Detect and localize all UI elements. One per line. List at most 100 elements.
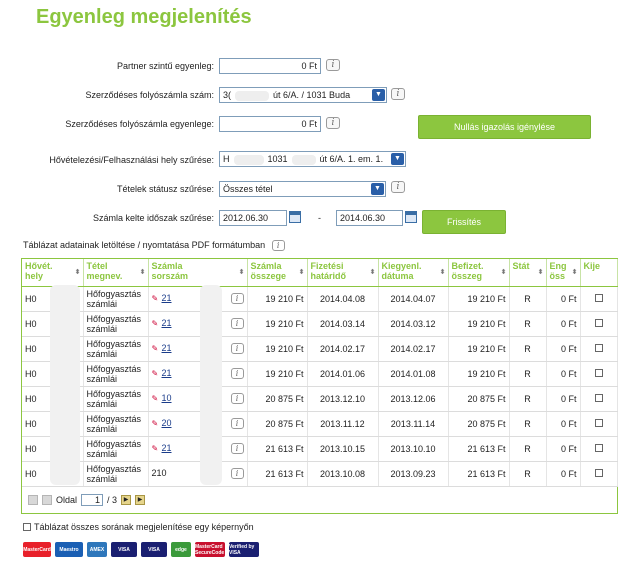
partner-balance-info-icon[interactable]: i xyxy=(326,59,340,71)
chevron-down-icon[interactable]: ▼ xyxy=(391,153,404,165)
col-header-settled-date[interactable]: Kiegyenl. dátuma ⬍ xyxy=(378,259,449,287)
export-pdf-link[interactable]: Táblázat adatainak letöltése / nyomtatás… xyxy=(23,240,285,251)
cell-amount: 19 210 Ft xyxy=(247,361,308,387)
export-info-icon[interactable]: i xyxy=(271,240,285,251)
row-checkbox[interactable] xyxy=(594,343,603,352)
row-checkbox[interactable] xyxy=(594,293,603,302)
row-checkbox[interactable] xyxy=(594,393,603,402)
invoice-info-icon[interactable]: i xyxy=(230,393,244,404)
row-checkbox[interactable] xyxy=(594,368,603,377)
account-value-prefix: 3( xyxy=(223,90,232,100)
sort-icon[interactable]: ⬍ xyxy=(538,268,544,278)
date-to-input[interactable]: 2014.06.30 xyxy=(336,210,403,226)
col-header-place[interactable]: Hővét. hely ⬍ xyxy=(22,259,84,287)
invoice-link[interactable]: 21 xyxy=(162,343,172,353)
invoice-link[interactable]: 10 xyxy=(162,393,172,403)
col-header-select[interactable]: Kije xyxy=(580,259,618,287)
status-select[interactable]: Összes tétel ▼ xyxy=(219,181,386,197)
contract-balance-info-icon[interactable]: i xyxy=(326,117,340,129)
sort-icon[interactable]: ⬍ xyxy=(239,268,245,278)
invoice-link[interactable]: 21 xyxy=(162,318,172,328)
show-all-rows-toggle[interactable]: Táblázat összes sorának megjelenítése eg… xyxy=(23,522,254,532)
pdf-icon[interactable]: ✎ xyxy=(152,319,161,329)
item-name-line1: Hőfogyasztás xyxy=(86,363,142,374)
row-checkbox[interactable] xyxy=(594,418,603,427)
invoice-info-icon[interactable]: i xyxy=(230,368,244,379)
sort-icon[interactable]: ⬍ xyxy=(572,268,578,278)
row-checkbox[interactable] xyxy=(594,443,603,452)
first-page-button[interactable] xyxy=(28,495,38,505)
place-text: H0 xyxy=(25,368,37,379)
status-info-icon[interactable]: i xyxy=(391,181,405,193)
calendar-icon[interactable] xyxy=(405,211,417,223)
cell-select xyxy=(580,336,618,362)
prev-page-button[interactable] xyxy=(42,495,52,505)
cell-select xyxy=(580,436,618,462)
row-checkbox[interactable] xyxy=(594,468,603,477)
sort-icon[interactable]: ⬍ xyxy=(370,268,376,278)
show-all-checkbox[interactable] xyxy=(23,523,31,531)
account-info-icon[interactable]: i xyxy=(391,88,405,100)
col-header-paid-amount[interactable]: Befizet. összeg ⬍ xyxy=(448,259,510,287)
cell-amount: 20 875 Ft xyxy=(247,411,308,437)
table-row: H0 Hőfogyasztás számlái ✎ 21 i 21 613 Ft 2013.1… xyxy=(22,436,618,462)
cell-allowed: 0 Ft xyxy=(546,386,581,412)
sort-icon[interactable]: ⬍ xyxy=(299,268,305,278)
col-header-due-date[interactable]: Fizetési határidő ⬍ xyxy=(307,259,379,287)
contract-balance-label: Szerződéses folyószámla egyenlege: xyxy=(65,119,214,129)
pdf-icon[interactable]: ✎ xyxy=(152,344,161,354)
col-header-text: Kije xyxy=(583,261,601,271)
invoice-link[interactable]: 210 xyxy=(152,468,167,478)
chevron-down-icon[interactable]: ▼ xyxy=(371,183,384,195)
pdf-icon[interactable]: ✎ xyxy=(152,419,161,429)
col-header-allowed-amount[interactable]: Eng öss ⬍ xyxy=(546,259,581,287)
invoice-info-icon[interactable]: i xyxy=(230,443,244,454)
invoice-link[interactable]: 21 xyxy=(162,293,172,303)
invoice-link[interactable]: 20 xyxy=(162,418,172,428)
show-all-label: Táblázat összes sorának megjelenítése eg… xyxy=(34,522,254,532)
settled-text: 2013.09.23 xyxy=(390,468,436,479)
next-page-button[interactable]: ▶ xyxy=(121,495,132,505)
invoice-info-icon[interactable]: i xyxy=(230,343,244,354)
page-number-input[interactable]: 1 xyxy=(81,494,104,506)
pdf-icon[interactable]: ✎ xyxy=(152,294,161,304)
col-header-item-name[interactable]: Tétel megnev. ⬍ xyxy=(83,259,149,287)
pdf-icon[interactable]: ✎ xyxy=(152,444,161,454)
cell-item-name: Hőfogyasztás számlái xyxy=(83,411,149,437)
cell-status: R xyxy=(509,386,547,412)
col-header-text: Számla xyxy=(151,261,183,271)
amount-text: 19 210 Ft xyxy=(265,293,304,304)
sort-icon[interactable]: ⬍ xyxy=(140,268,146,278)
invoice-link[interactable]: 21 xyxy=(162,443,172,453)
invoice-info-icon[interactable]: i xyxy=(230,318,244,329)
allowed-text: 0 Ft xyxy=(560,293,577,304)
cell-due-date: 2013.10.15 xyxy=(307,436,379,462)
site-select[interactable]: H 1031 út 6/A. 1. em. 1. ▼ xyxy=(219,151,406,167)
col-header-status[interactable]: Stát ⬍ xyxy=(509,259,547,287)
row-checkbox[interactable] xyxy=(594,318,603,327)
item-name-line2: számlái xyxy=(86,373,118,384)
invoice-info-icon[interactable]: i xyxy=(230,418,244,429)
invoice-info-icon[interactable]: i xyxy=(230,468,244,479)
item-name-line1: Hőfogyasztás xyxy=(86,288,142,299)
settled-text: 2014.02.17 xyxy=(390,343,436,354)
sort-icon[interactable]: ⬍ xyxy=(75,268,81,278)
date-from-input[interactable]: 2012.06.30 xyxy=(219,210,287,226)
zero-certificate-button[interactable]: Nullás igazolás igénylése xyxy=(418,115,591,139)
chevron-down-icon[interactable]: ▼ xyxy=(372,89,385,101)
refresh-button[interactable]: Frissítés xyxy=(422,210,506,234)
status-text: R xyxy=(524,393,531,404)
col-header-invoice-number[interactable]: Számla sorszám ⬍ xyxy=(148,259,248,287)
calendar-icon[interactable] xyxy=(289,211,301,223)
due-text: 2013.11.12 xyxy=(320,418,365,429)
last-page-button[interactable]: ▶ xyxy=(135,495,146,505)
sort-icon[interactable]: ⬍ xyxy=(440,268,446,278)
pdf-icon[interactable]: ✎ xyxy=(152,394,161,404)
cell-settled-date: 2013.09.23 xyxy=(378,461,449,487)
invoice-link[interactable]: 21 xyxy=(162,368,172,378)
invoice-info-icon[interactable]: i xyxy=(230,293,244,304)
account-select[interactable]: 3(út 6/A. / 1031 Buda ▼ xyxy=(219,87,387,103)
pdf-icon[interactable]: ✎ xyxy=(152,369,161,379)
col-header-invoice-amount[interactable]: Számla összege ⬍ xyxy=(247,259,308,287)
sort-icon[interactable]: ⬍ xyxy=(501,268,507,278)
